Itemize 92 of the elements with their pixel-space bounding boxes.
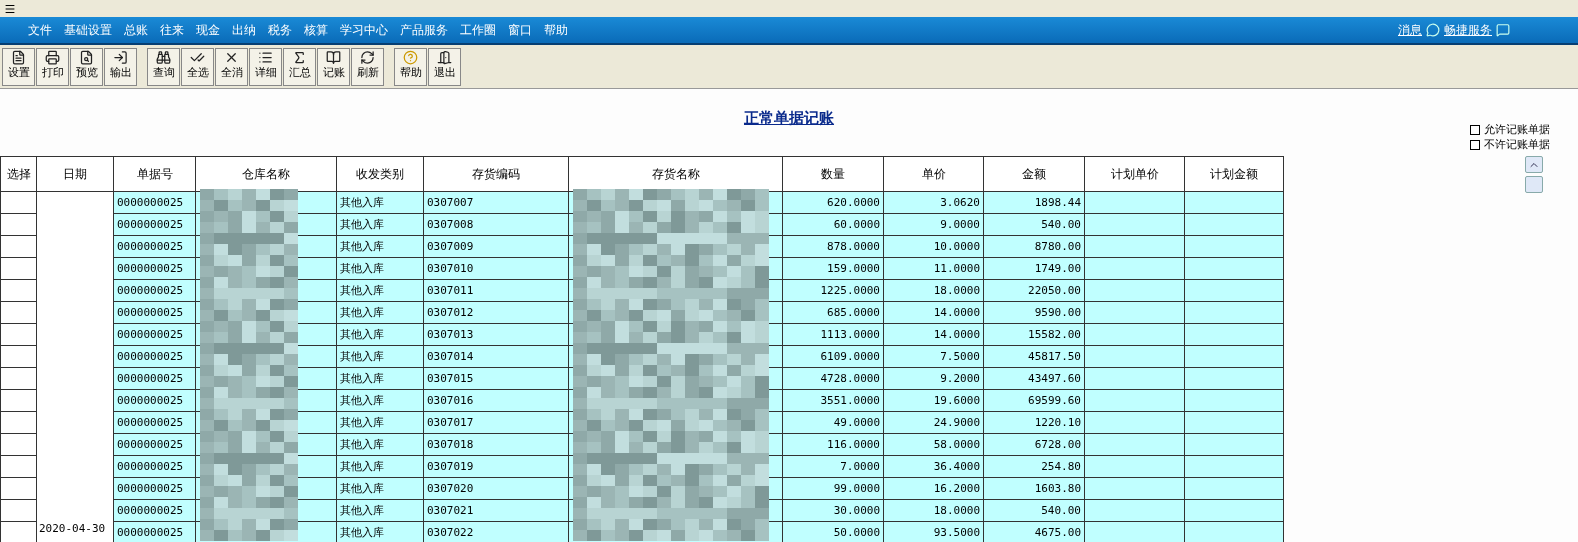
select-cell[interactable] [0,389,37,412]
column-header[interactable]: 单价 [883,156,984,192]
table-cell: 0307010 [423,257,569,280]
list-icon [258,49,273,65]
select-cell[interactable] [0,521,37,542]
toolbar-button[interactable]: 设置 [2,47,35,86]
menu-item[interactable]: 税务 [268,21,292,39]
table-cell: 0307014 [423,345,569,368]
table-cell: 0307009 [423,235,569,258]
menu-item[interactable]: 总账 [124,21,148,39]
table-cell: 0307012 [423,301,569,324]
binoculars-icon [156,49,171,65]
select-cell[interactable] [0,257,37,280]
toolbar-button[interactable]: 预览 [70,47,103,86]
checkbox[interactable] [1470,139,1480,150]
column-header[interactable]: 计划单价 [1084,156,1185,192]
toolbar-button[interactable]: 全选 [181,47,214,86]
book-icon [326,49,341,65]
table-cell: 0307020 [423,477,569,500]
column-header[interactable]: 选择 [0,156,37,192]
column-header[interactable]: 仓库名称 [195,156,337,192]
printer-icon [45,49,60,65]
table-cell: 0307017 [423,411,569,434]
column-header[interactable]: 计划金额 [1184,156,1284,192]
menu-item[interactable]: 帮助 [544,21,568,39]
menu-item[interactable]: 往来 [160,21,184,39]
document-icon [11,49,26,65]
select-cell[interactable] [0,279,37,302]
toolbar-button[interactable]: 退出 [428,47,461,86]
table-cell: 0307018 [423,433,569,456]
table-cell: 0307021 [423,499,569,522]
select-cell[interactable] [0,213,37,236]
toolbar-button[interactable]: 详细 [249,47,282,86]
toolbar-button[interactable]: 刷新 [351,47,384,86]
magnifier-page-icon [79,49,94,65]
select-cell[interactable] [0,323,37,346]
app-icon [4,2,16,15]
select-cell[interactable] [0,345,37,368]
chat-bubble-icon[interactable] [1426,23,1440,37]
option-label[interactable]: 允许记账单据 [1470,122,1550,137]
toolbar-button[interactable]: 记账 [317,47,350,86]
table-cell: 0307016 [423,389,569,412]
checkbox[interactable] [1470,124,1480,135]
menu-item[interactable]: 现金 [196,21,220,39]
toolbar-button[interactable]: 帮助 [394,47,427,86]
column-header[interactable]: 单据号 [113,156,196,192]
table-cell: 0307007 [423,191,569,214]
sigma-icon [292,49,307,65]
select-cell[interactable] [0,455,37,478]
column-header[interactable]: 金额 [983,156,1085,192]
select-cell[interactable] [0,499,37,522]
menu-item[interactable]: 学习中心 [340,21,388,39]
help-icon [403,49,418,65]
select-cell[interactable] [0,367,37,390]
messages-link[interactable]: 消息 [1398,21,1422,39]
menu-item[interactable]: 工作圈 [460,21,496,39]
column-header[interactable]: 收发类别 [336,156,424,192]
select-cell[interactable] [0,235,37,258]
column-header[interactable]: 日期 [36,156,114,192]
menu-item[interactable]: 文件 [28,21,52,39]
toolbar-button[interactable]: 查询 [147,47,180,86]
toolbar-button[interactable]: 全消 [215,47,248,86]
table-cell: 0307008 [423,213,569,236]
option-label[interactable]: 不许记账单据 [1470,137,1550,152]
arrow-in-icon [113,49,128,65]
toolbar-button[interactable]: 输出 [104,47,137,86]
table-cell: 0307019 [423,455,569,478]
select-cell[interactable] [0,191,37,214]
menu-item[interactable]: 基础设置 [64,21,112,39]
menu-item[interactable]: 产品服务 [400,21,448,39]
toolbar-button[interactable]: 汇总 [283,47,316,86]
column-header[interactable]: 存货编码 [423,156,569,192]
scroll-up-button[interactable] [1525,156,1543,173]
table-cell: 2020-04-30 [36,191,114,542]
select-cell[interactable] [0,301,37,324]
table-cell: 0307011 [423,279,569,302]
menu-item[interactable]: 核算 [304,21,328,39]
select-cell[interactable] [0,477,37,500]
column-header[interactable]: 数量 [782,156,884,192]
page-title: 正常单据记账 [744,109,834,129]
menu-item[interactable]: 出纳 [232,21,256,39]
service-link[interactable]: 畅捷服务 [1444,21,1492,39]
select-cell[interactable] [0,433,37,456]
door-icon [437,49,452,65]
column-header[interactable]: 存货名称 [568,156,783,192]
refresh-icon [360,49,375,65]
table-cell: 0307013 [423,323,569,346]
select-cell[interactable] [0,411,37,434]
menu-item[interactable]: 窗口 [508,21,532,39]
table-cell: 0307015 [423,367,569,390]
toolbar-button[interactable]: 打印 [36,47,69,86]
scroll-thumb[interactable] [1525,176,1543,193]
